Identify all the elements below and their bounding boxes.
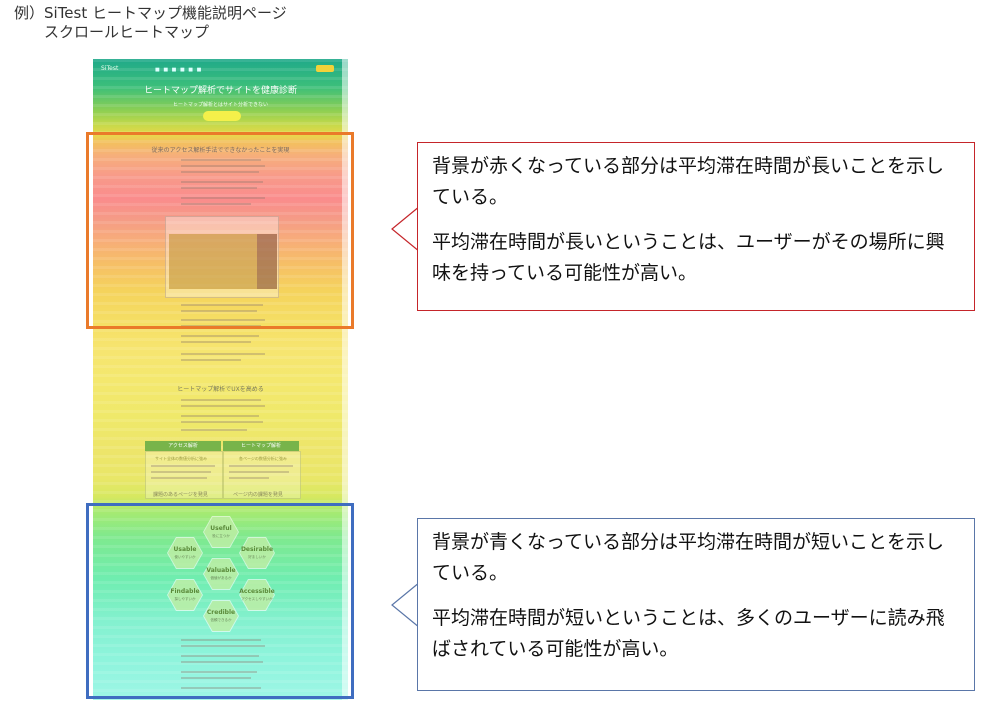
hero-button: [203, 111, 241, 121]
text-line: [181, 429, 247, 431]
blue-zone-highlight-box: [86, 503, 354, 699]
red-callout-para1: 背景が赤くなっている部分は平均滞在時間が長いことを示している。: [432, 155, 945, 208]
red-callout: 背景が赤くなっている部分は平均滞在時間が長いことを示している。 平均滞在時間が長…: [417, 142, 975, 311]
text-line: [229, 465, 293, 467]
blue-callout: 背景が青くなっている部分は平均滞在時間が短いことを示している。 平均滞在時間が短…: [417, 518, 975, 691]
table-sub-heatmap: 各ページの数値分析に強み: [239, 456, 287, 461]
blue-callout-para2: 平均滞在時間が短いということは、多くのユーザーに読み飛ばされている可能性が高い。: [432, 607, 945, 660]
hero-title: ヒートマップ解析でサイトを健康診断: [143, 86, 297, 96]
text-line: [181, 353, 265, 355]
table-header-heatmap: ヒートマップ解析: [223, 441, 299, 451]
caption-line-1: 例）SiTest ヒートマップ機能説明ページ: [14, 4, 287, 22]
text-line: [181, 341, 251, 343]
text-line: [181, 359, 241, 361]
text-line: [181, 421, 263, 423]
blue-callout-para1: 背景が青くなっている部分は平均滞在時間が短いことを示している。: [432, 531, 945, 584]
site-logo: SiTest: [101, 65, 119, 72]
red-callout-para2: 平均滞在時間が長いということは、ユーザーがその場所に興味を持っている可能性が高い…: [432, 231, 945, 284]
text-line: [181, 399, 261, 401]
text-line: [229, 471, 289, 473]
text-line: [151, 477, 207, 479]
table-footer-heatmap: ページ内の課題を発見: [233, 492, 283, 498]
section2-title: ヒートマップ解析でUXを高める: [177, 386, 264, 393]
table-sub-access: サイト全体の数値分析に強み: [155, 456, 207, 461]
hero-subtitle: ヒートマップ解析とはサイト分析できない: [172, 102, 268, 108]
table-footer-access: 課題のあるページを発見: [153, 492, 208, 498]
text-line: [229, 477, 269, 479]
site-nav: ■ ■ ■ ■ ■ ■: [155, 67, 203, 73]
text-line: [181, 405, 265, 407]
figure-caption: 例）SiTest ヒートマップ機能説明ページ スクロールヒートマップ: [14, 4, 287, 42]
site-header-button: [316, 65, 334, 72]
table-header-access: アクセス解析: [145, 441, 221, 451]
text-line: [181, 415, 259, 417]
text-line: [151, 471, 211, 473]
red-zone-highlight-box: [86, 132, 354, 329]
caption-line-2: スクロールヒートマップ: [44, 23, 210, 41]
text-line: [151, 465, 215, 467]
text-line: [181, 335, 259, 337]
